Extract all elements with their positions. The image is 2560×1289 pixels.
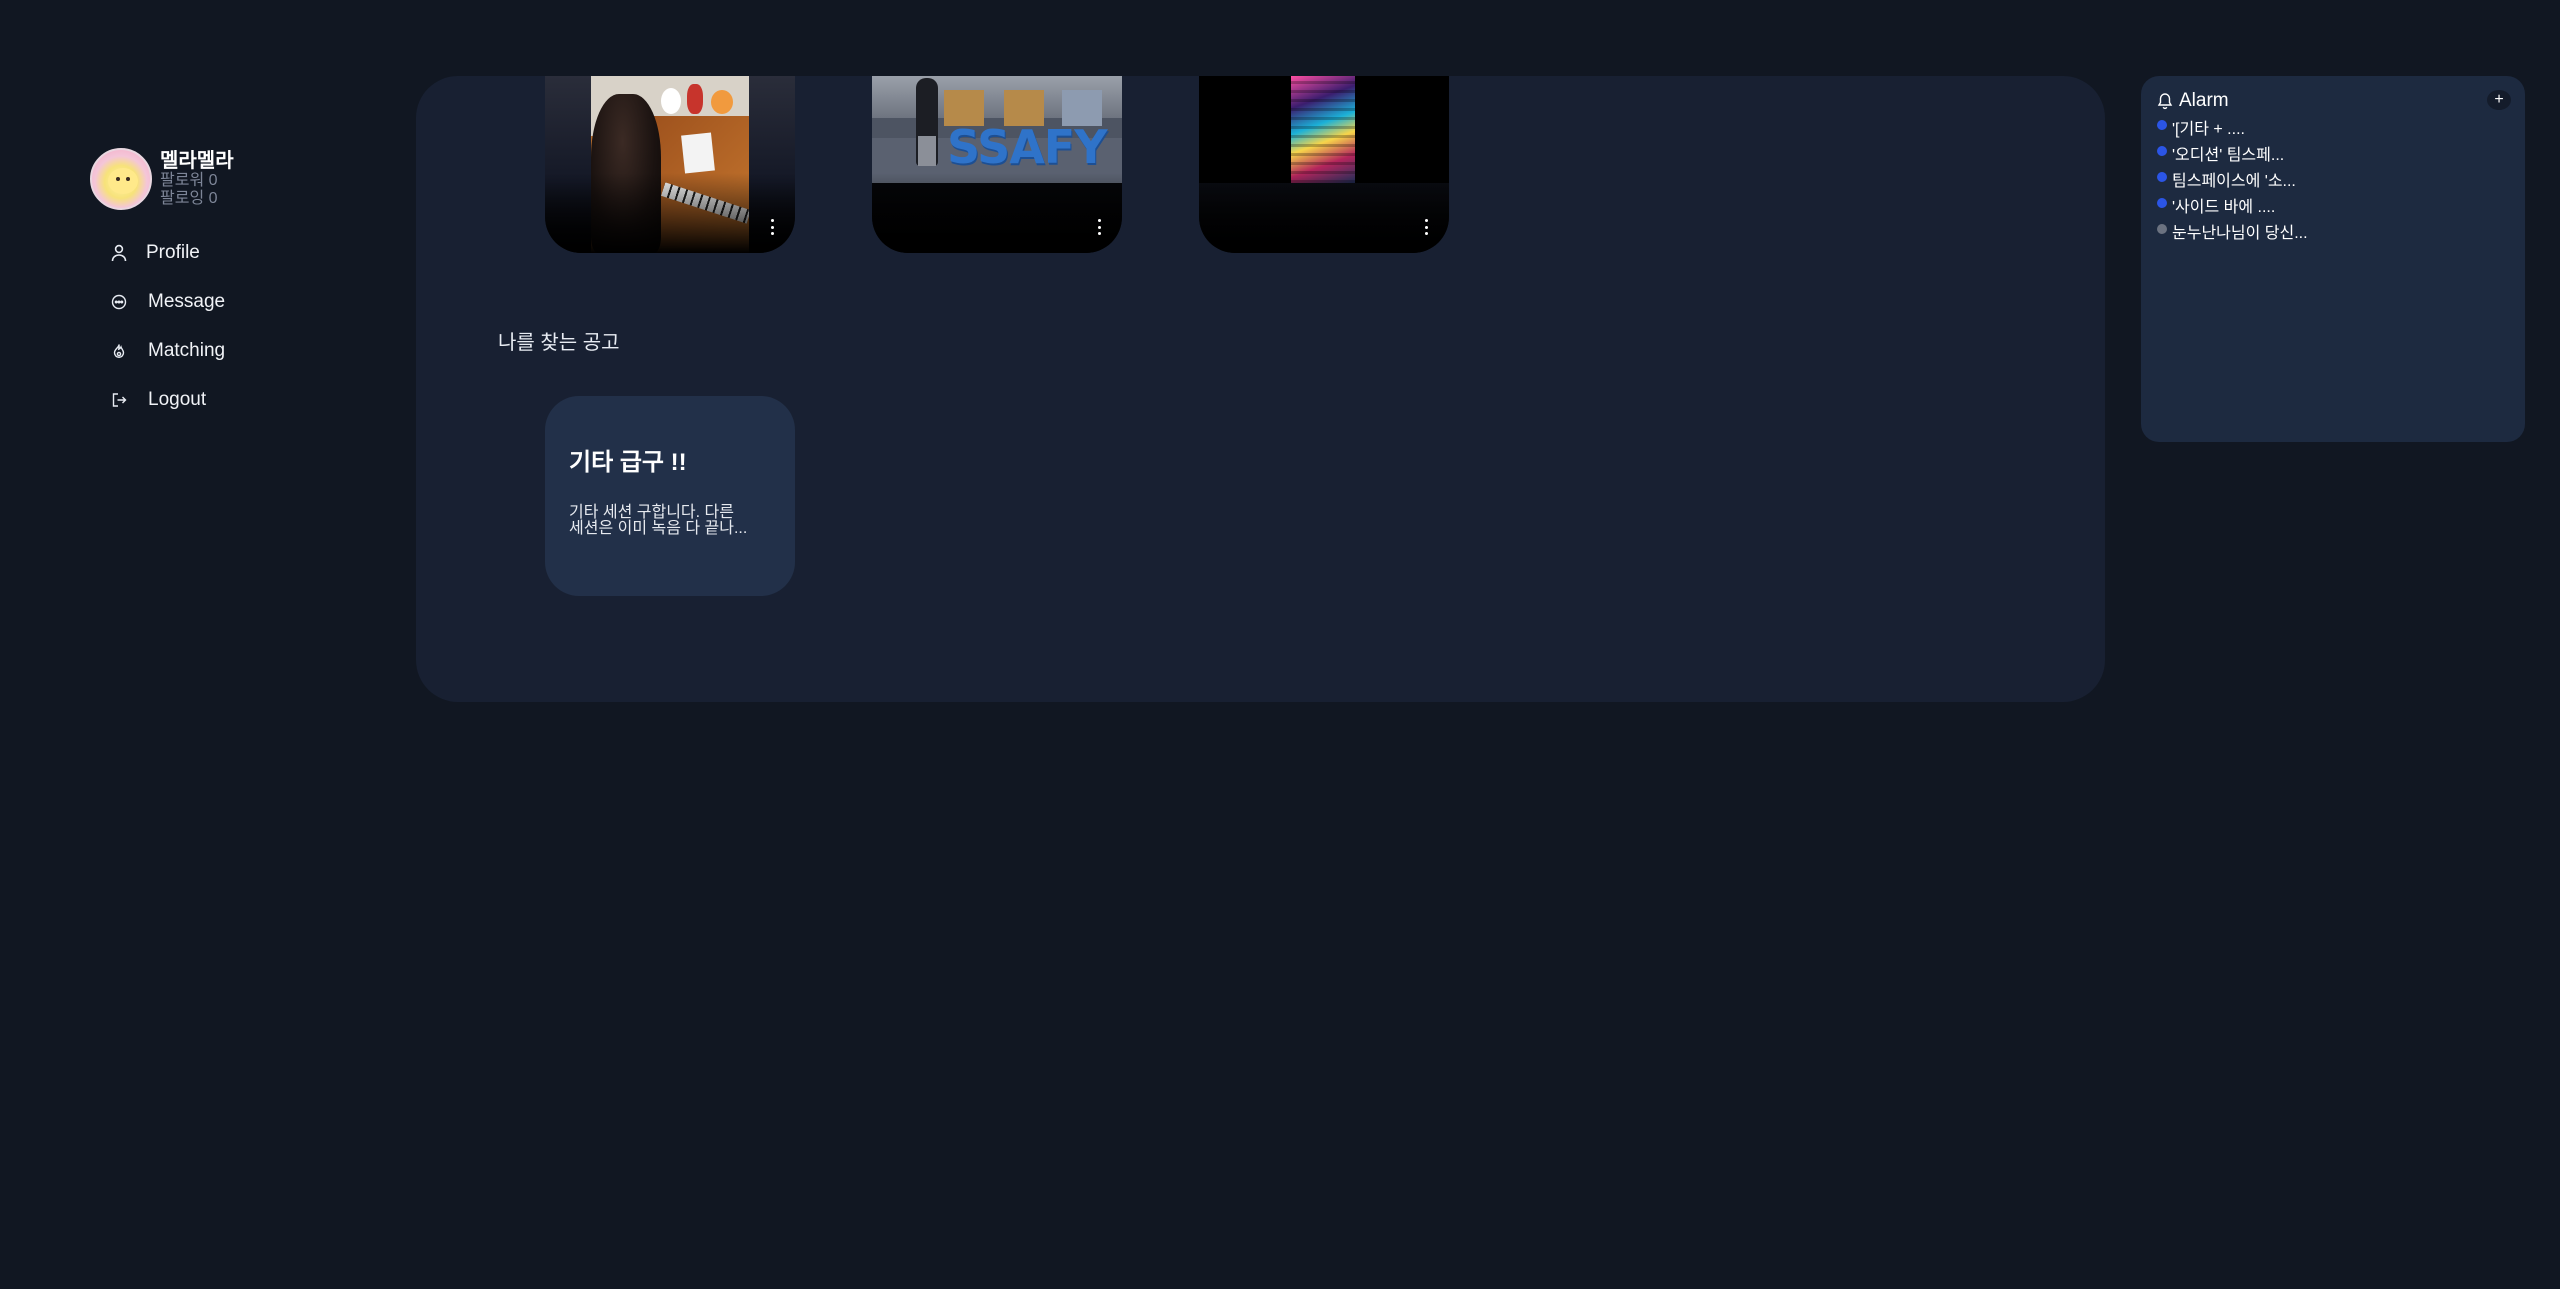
video-gradient <box>545 173 795 253</box>
unread-dot <box>2157 146 2167 156</box>
alarm-text: 팀스페이스에 '소... <box>2172 173 2296 190</box>
alarm-item[interactable]: 팀스페이스에 '소... <box>2157 166 2509 192</box>
post-body: 기타 세션 구합니다. 다른 세션은 이미 녹음 다 끝나... <box>569 505 771 537</box>
video-card[interactable] <box>545 76 795 253</box>
sidebar-item-profile[interactable]: Profile <box>90 228 350 277</box>
video-card[interactable] <box>1199 76 1449 253</box>
following-count[interactable]: 팔로잉 0 <box>160 190 234 208</box>
sidebar-item-label: Matching <box>148 339 226 361</box>
post-title: 기타 급구 !! <box>569 449 687 476</box>
alarm-panel: Alarm + '[기타 + .... '오디션' 팀스페... 팀스페이스에 … <box>2141 76 2525 442</box>
avatar-eye-right <box>126 177 130 181</box>
follower-count[interactable]: 팔로워 0 <box>160 172 234 190</box>
sidebar-nav: Profile Message Matching Logout <box>90 228 350 424</box>
more-vertical-icon[interactable] <box>769 219 775 235</box>
ssafy-video-thumbnail[interactable]: SSAFY <box>872 76 1122 183</box>
add-alarm-button[interactable]: + <box>2487 90 2511 110</box>
main-panel: SSAFY 나를 찾는 공고 기타 급구 !! 기타 세션 구합니다. 다른 세… <box>416 76 2105 702</box>
unread-dot <box>2157 198 2167 208</box>
avatar[interactable] <box>90 148 152 210</box>
alarm-text: 눈누난나님이 당신... <box>2172 225 2308 242</box>
bell-icon <box>2157 92 2173 110</box>
message-icon <box>108 291 130 313</box>
alarm-title: Alarm <box>2179 90 2229 111</box>
thumbnail-toy <box>687 84 703 114</box>
more-vertical-icon[interactable] <box>1096 219 1102 235</box>
sidebar-item-message[interactable]: Message <box>90 277 350 326</box>
username: 멜라멜라 <box>160 150 234 172</box>
post-body-line: 기타 세션 구합니다. 다른 <box>569 504 734 521</box>
recruit-post-card[interactable]: 기타 급구 !! 기타 세션 구합니다. 다른 세션은 이미 녹음 다 끝나..… <box>545 396 795 596</box>
unread-dot <box>2157 120 2167 130</box>
post-body-line: 세션은 이미 녹음 다 끝나... <box>569 520 748 537</box>
video-gradient <box>872 173 1122 253</box>
alarm-item[interactable]: '사이드 바에 .... <box>2157 192 2509 218</box>
fire-icon <box>108 340 130 362</box>
sidebar-item-logout[interactable]: Logout <box>90 375 350 424</box>
read-dot <box>2157 224 2167 234</box>
alarm-text: '사이드 바에 .... <box>2172 199 2276 216</box>
sidebar-item-label: Message <box>148 290 226 312</box>
alarm-item[interactable]: '[기타 + .... <box>2157 114 2509 140</box>
video-card[interactable]: SSAFY <box>872 76 1122 253</box>
profile-summary: 멜라멜라 팔로워 0 팔로잉 0 <box>90 148 350 210</box>
section-title: 나를 찾는 공고 <box>498 332 620 354</box>
alarm-item[interactable]: 눈누난나님이 당신... <box>2157 218 2509 244</box>
alarm-list: '[기타 + .... '오디션' 팀스페... 팀스페이스에 '소... '사… <box>2157 114 2509 244</box>
logout-icon <box>108 389 130 411</box>
avatar-face <box>108 168 138 194</box>
alarm-item[interactable]: '오디션' 팀스페... <box>2157 140 2509 166</box>
alarm-header: Alarm <box>2157 90 2509 112</box>
thumbnail-toy <box>661 88 681 114</box>
user-icon <box>108 242 130 264</box>
ssafy-logo: SSAFY <box>947 120 1108 174</box>
unread-dot <box>2157 172 2167 182</box>
thumbnail-sheet-music <box>681 132 715 174</box>
sidebar-item-label: Profile <box>146 241 200 263</box>
thumbnail-person-legs <box>918 136 936 166</box>
more-vertical-icon[interactable] <box>1423 219 1429 235</box>
alarm-text: '[기타 + .... <box>2172 121 2245 138</box>
sidebar: 멜라멜라 팔로워 0 팔로잉 0 Profile Message Matchin… <box>90 148 350 424</box>
alarm-text: '오디션' 팀스페... <box>2172 147 2285 164</box>
neon-video-thumbnail[interactable] <box>1199 76 1449 183</box>
thumbnail-neon-image <box>1291 76 1355 183</box>
video-gradient <box>1199 173 1449 253</box>
sidebar-item-matching[interactable]: Matching <box>90 326 350 375</box>
sidebar-item-label: Logout <box>148 388 207 410</box>
thumbnail-toy <box>711 90 733 114</box>
avatar-eye-left <box>116 177 120 181</box>
profile-info: 멜라멜라 팔로워 0 팔로잉 0 <box>160 150 234 208</box>
